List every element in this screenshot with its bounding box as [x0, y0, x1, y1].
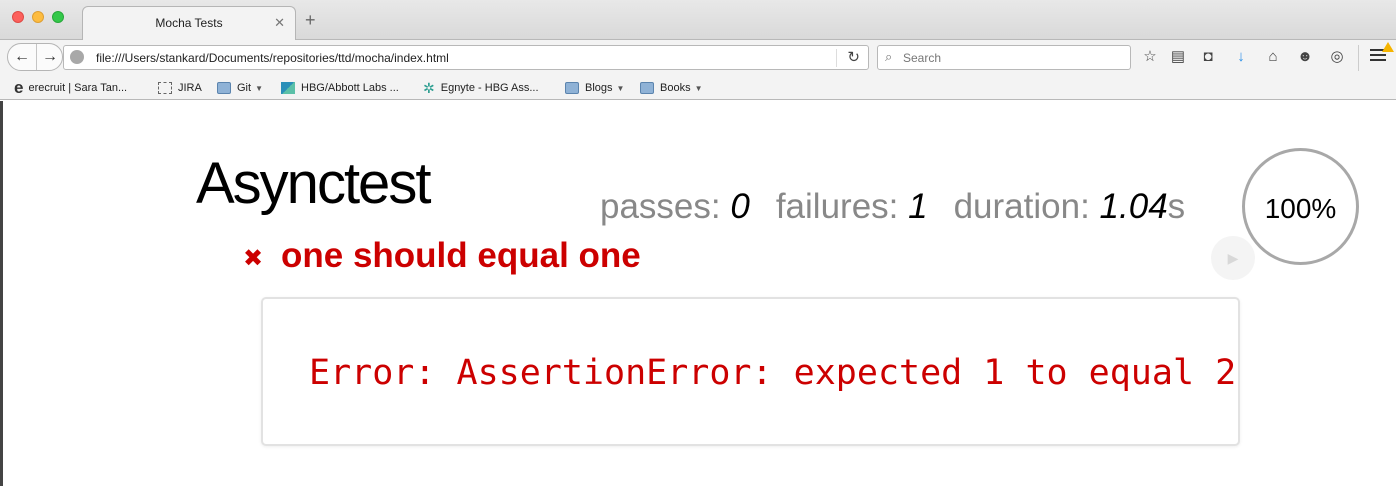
- tab-title: Mocha Tests: [155, 16, 223, 30]
- suite-title[interactable]: Asynctest: [196, 150, 431, 217]
- test-title[interactable]: one should equal one: [281, 236, 641, 276]
- warning-icon: [1382, 42, 1394, 52]
- failures-stat[interactable]: failures: 1: [776, 187, 928, 226]
- bookmark-hbg-abbott[interactable]: HBG/Abbott Labs ...: [281, 79, 399, 97]
- bookmark-folder-blogs[interactable]: Blogs ▼: [565, 79, 624, 97]
- address-bar[interactable]: file:///Users/stankard/Documents/reposit…: [63, 45, 869, 70]
- bookmark-erecruit[interactable]: e erecruit | Sara Tan...: [14, 79, 127, 97]
- bookmark-label: Blogs: [585, 82, 613, 94]
- erecruit-icon: e: [14, 78, 24, 97]
- bookmark-label: Git: [237, 82, 252, 94]
- duration-stat: duration: 1.04s: [954, 187, 1186, 226]
- tab-close-icon[interactable]: ✕: [274, 15, 285, 31]
- passes-count: 0: [730, 187, 750, 226]
- divider: [836, 49, 837, 67]
- nav-buttons: ← →: [7, 43, 63, 71]
- minimize-window-button[interactable]: [32, 11, 44, 23]
- search-bar[interactable]: ⌕: [877, 45, 1131, 70]
- bookmark-folder-git[interactable]: Git ▼: [217, 79, 263, 97]
- reading-list-icon[interactable]: ▤: [1169, 48, 1187, 66]
- chevron-down-icon: ▼: [255, 83, 263, 93]
- bookmark-label: Books: [660, 82, 691, 94]
- bookmark-label: JIRA: [178, 82, 202, 94]
- egnyte-icon: ✲: [423, 80, 435, 96]
- mocha-report: Asynctest passes: 0 failures: 1 duration: …: [0, 101, 1396, 486]
- folder-icon: [640, 82, 654, 94]
- bookmark-folder-books[interactable]: Books ▼: [640, 79, 703, 97]
- hbg-icon: [281, 82, 295, 94]
- progress-percent: 100%: [1264, 193, 1337, 224]
- bookmark-label: erecruit | Sara Tan...: [28, 82, 128, 94]
- navigation-bar: ← → file:///Users/stankard/Documents/rep…: [0, 40, 1396, 75]
- back-button[interactable]: ←: [8, 44, 37, 70]
- chevron-down-icon: ▼: [616, 83, 625, 93]
- error-box: Error: AssertionError: expected 1 to equ…: [261, 297, 1240, 446]
- folder-icon: [565, 82, 579, 94]
- failures-count: 1: [908, 187, 928, 226]
- chevron-down-icon: ▼: [694, 83, 703, 93]
- progress-ring: 100%: [1242, 148, 1359, 265]
- globe-icon: [70, 50, 84, 64]
- home-icon[interactable]: ⌂: [1264, 48, 1282, 66]
- bookmark-star-icon[interactable]: ☆: [1141, 48, 1159, 66]
- bookmark-jira[interactable]: JIRA: [158, 79, 202, 97]
- web-developer-icon[interactable]: ◎: [1328, 48, 1346, 66]
- url-text[interactable]: file:///Users/stankard/Documents/reposit…: [96, 51, 449, 65]
- pocket-icon[interactable]: ◘: [1199, 48, 1217, 66]
- stats: passes: 0 failures: 1 duration: 1.04s: [600, 187, 1185, 227]
- duration-label: duration:: [953, 187, 1090, 226]
- search-input[interactable]: [903, 48, 1123, 67]
- replay-button[interactable]: ▶: [1211, 236, 1255, 280]
- zoom-window-button[interactable]: [52, 11, 64, 23]
- divider: [1358, 45, 1359, 71]
- downloads-icon[interactable]: ↓: [1232, 48, 1250, 66]
- reload-icon[interactable]: ↻: [847, 48, 860, 66]
- search-icon: ⌕: [885, 49, 893, 64]
- tab-mocha-tests[interactable]: Mocha Tests ✕: [82, 6, 296, 41]
- bookmark-egnyte[interactable]: ✲ Egnyte - HBG Ass...: [423, 79, 539, 97]
- page-icon: [158, 82, 172, 94]
- passes-label: passes:: [600, 187, 721, 226]
- hello-icon[interactable]: ☻: [1296, 48, 1314, 66]
- fail-icon: ✖: [243, 245, 264, 272]
- bookmark-label: HBG/Abbott Labs ...: [301, 82, 399, 94]
- new-tab-button[interactable]: +: [305, 11, 316, 29]
- error-message: Error: AssertionError: expected 1 to equ…: [309, 353, 1237, 393]
- folder-icon: [217, 82, 231, 94]
- duration-value: 1.04: [1099, 187, 1168, 226]
- duration-unit: s: [1167, 187, 1186, 226]
- bookmark-label: Egnyte - HBG Ass...: [440, 82, 539, 94]
- bookmarks-toolbar: e erecruit | Sara Tan... JIRA Git ▼ HBG/…: [0, 75, 1396, 100]
- forward-button[interactable]: →: [40, 44, 60, 70]
- close-window-button[interactable]: [12, 11, 24, 23]
- passes-stat[interactable]: passes: 0: [600, 187, 750, 226]
- tab-bar: Mocha Tests ✕ +: [0, 0, 1396, 41]
- failures-label: failures:: [775, 187, 899, 226]
